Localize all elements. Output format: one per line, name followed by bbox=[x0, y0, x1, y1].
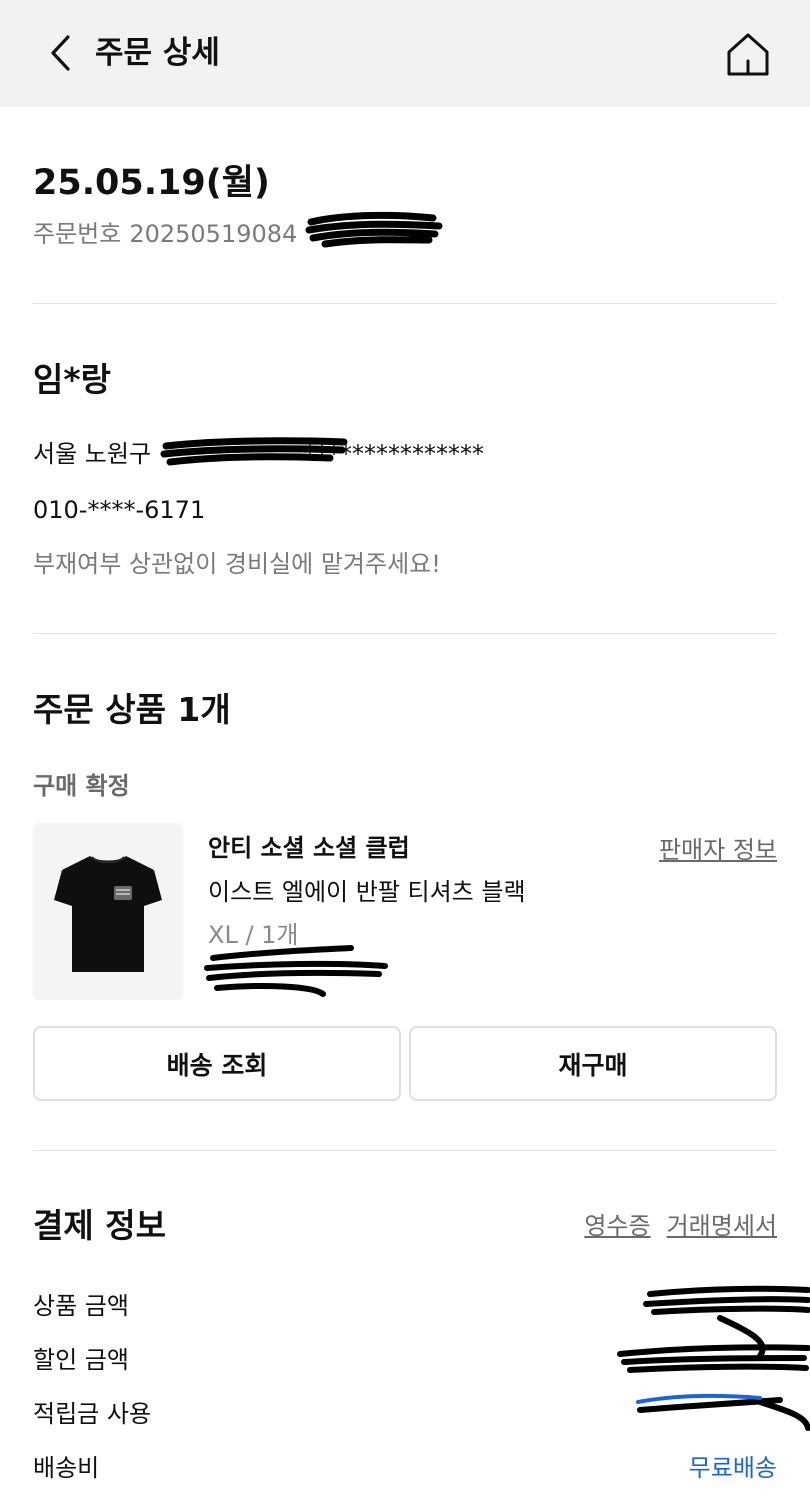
page-title: 주문 상세 bbox=[95, 35, 220, 71]
redaction-scribble bbox=[160, 437, 348, 466]
products-section-title: 주문 상품 1개 bbox=[33, 690, 231, 729]
order-number-value: 20250519084 bbox=[129, 220, 298, 248]
address-prefix: 서울 노원구 bbox=[33, 440, 152, 468]
product-brand[interactable]: 안티 소셜 소셜 클럽 bbox=[208, 830, 410, 866]
payment-row-label: 적립금 사용 bbox=[33, 1399, 152, 1428]
reorder-button[interactable]: 재구매 bbox=[409, 1026, 777, 1101]
payment-row-value: 무료배송 bbox=[688, 1453, 777, 1482]
payment-section-title: 결제 정보 bbox=[33, 1206, 166, 1245]
product-thumbnail[interactable] bbox=[33, 823, 183, 1000]
recipient-name: 임*랑 bbox=[33, 360, 111, 399]
chevron-left-icon bbox=[51, 35, 70, 71]
payment-row-shipping: 배송비 무료배송 bbox=[33, 1445, 777, 1485]
back-button[interactable] bbox=[40, 30, 80, 76]
divider bbox=[33, 1150, 777, 1151]
order-status: 구매 확정 bbox=[33, 772, 130, 800]
delivery-memo: 부재여부 상관없이 경비실에 맡겨주세요! bbox=[33, 550, 441, 578]
product-name[interactable]: 이스트 엘에이 반팔 티셔츠 블랙 bbox=[208, 874, 526, 910]
redaction-scribble bbox=[204, 945, 388, 997]
divider bbox=[33, 303, 777, 304]
home-icon bbox=[727, 33, 769, 76]
receipt-link[interactable]: 영수증 bbox=[584, 1208, 650, 1244]
home-button[interactable] bbox=[722, 28, 774, 80]
seller-info-link[interactable]: 판매자 정보 bbox=[659, 832, 777, 868]
divider bbox=[33, 633, 777, 634]
redaction-scribble bbox=[305, 211, 443, 248]
payment-links: 영수증 거래명세서 bbox=[584, 1208, 777, 1244]
payment-row-label: 상품 금액 bbox=[33, 1291, 129, 1320]
redaction-scribble bbox=[617, 1285, 810, 1431]
order-date: 25.05.19(월) bbox=[33, 163, 270, 203]
track-delivery-button[interactable]: 배송 조회 bbox=[33, 1026, 401, 1101]
tshirt-image bbox=[54, 855, 162, 972]
phone-number: 010-****-6171 bbox=[33, 496, 206, 524]
transaction-statement-link[interactable]: 거래명세서 bbox=[667, 1208, 777, 1244]
top-bar: 주문 상세 bbox=[0, 0, 810, 107]
payment-row-label: 배송비 bbox=[33, 1453, 100, 1482]
payment-row-label: 할인 금액 bbox=[33, 1345, 129, 1374]
order-number-label: 주문번호 bbox=[33, 220, 122, 248]
order-number: 주문번호 20250519084 bbox=[33, 216, 297, 252]
